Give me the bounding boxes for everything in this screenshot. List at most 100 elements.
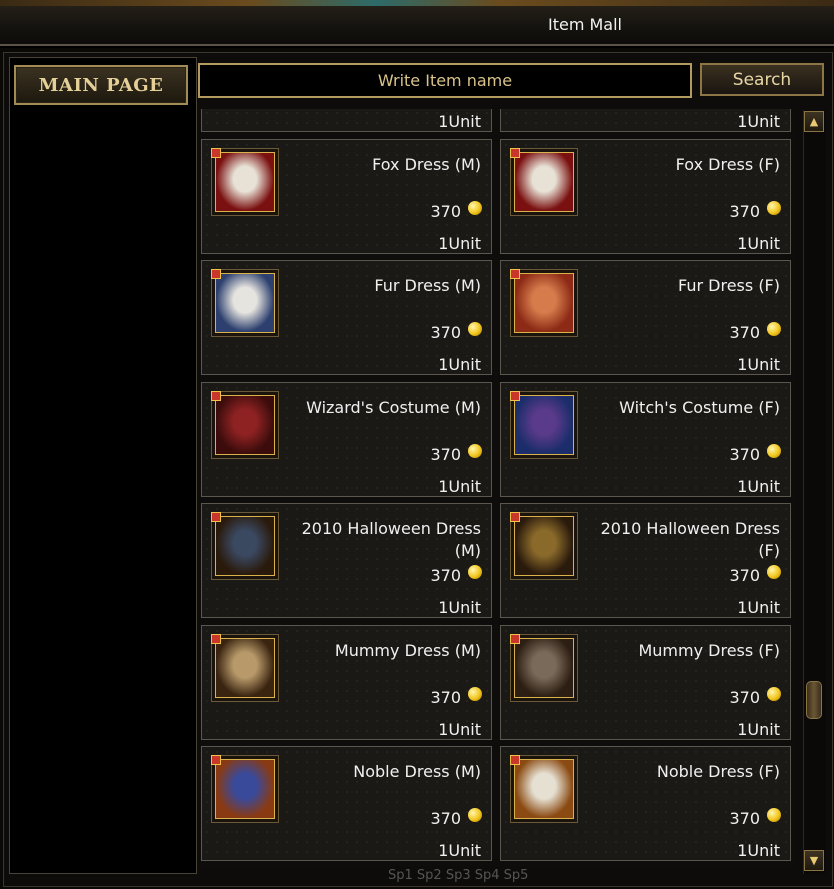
- item-card[interactable]: Fox Dress (M) 370 1Unit: [201, 138, 492, 254]
- item-image: [215, 273, 275, 333]
- item-thumbnail: [211, 755, 279, 823]
- scrollbar-thumb[interactable]: [806, 681, 822, 719]
- item-price: 370: [430, 444, 461, 464]
- footer-ghost-text: Sp1 Sp2 Sp3 Sp4 Sp5: [388, 868, 529, 883]
- item-image: [514, 151, 574, 212]
- new-badge-icon: [510, 390, 520, 401]
- item-thumbnail: [211, 147, 279, 216]
- item-name: Fox Dress (M): [372, 154, 481, 174]
- item-card[interactable]: 1Unit: [500, 109, 791, 132]
- scroll-up-arrow-icon[interactable]: ▲: [804, 111, 824, 132]
- item-thumbnail: [510, 269, 578, 337]
- sidebar: [9, 57, 197, 874]
- item-price: 370: [430, 809, 461, 828]
- item-unit: 1Unit: [737, 112, 780, 131]
- item-image: [514, 394, 574, 455]
- scrollbar-track[interactable]: [803, 110, 826, 874]
- item-price: 370: [729, 323, 760, 342]
- new-badge-icon: [510, 147, 520, 158]
- item-card[interactable]: 2010 Halloween Dress (M) 370 1Unit: [201, 503, 492, 618]
- coin-icon: [767, 200, 781, 215]
- item-price: 370: [430, 201, 461, 221]
- coin-icon: [767, 443, 781, 458]
- item-unit: 1Unit: [438, 112, 481, 131]
- item-price: 370: [729, 444, 760, 464]
- item-price: 370: [729, 687, 760, 707]
- item-name: Fur Dress (M): [374, 276, 481, 295]
- item-unit: 1Unit: [438, 841, 481, 860]
- item-card[interactable]: 1Unit: [201, 109, 492, 132]
- item-unit: 1Unit: [438, 476, 481, 496]
- item-card[interactable]: 2010 Halloween Dress (F) 370 1Unit: [500, 503, 791, 618]
- new-badge-icon: [211, 633, 221, 644]
- new-badge-icon: [510, 633, 520, 644]
- item-name: 2010 Halloween Dress (M): [301, 519, 481, 560]
- coin-icon: [468, 200, 482, 215]
- item-card[interactable]: Wizard's Costume (M) 370 1Unit: [201, 381, 492, 497]
- item-name: Witch's Costume (F): [619, 397, 780, 417]
- new-badge-icon: [211, 269, 221, 279]
- new-badge-icon: [211, 512, 221, 522]
- item-unit: 1Unit: [438, 233, 481, 253]
- new-badge-icon: [510, 755, 520, 765]
- item-name: Wizard's Costume (M): [306, 397, 481, 417]
- new-badge-icon: [211, 390, 221, 401]
- coin-icon: [767, 565, 781, 579]
- coin-icon: [468, 322, 482, 336]
- scroll-down-arrow-icon[interactable]: ▼: [804, 850, 824, 871]
- item-price: 370: [729, 566, 760, 585]
- item-grid: 1Unit 1Unit Fox Dress (M) 370 1Unit Fox Dress…: [199, 109, 795, 866]
- item-name: Mummy Dress (F): [638, 640, 780, 660]
- coin-icon: [468, 686, 482, 701]
- item-thumbnail: [510, 512, 578, 580]
- coin-icon: [468, 808, 482, 822]
- item-unit: 1Unit: [737, 355, 780, 374]
- new-badge-icon: [510, 512, 520, 522]
- item-card[interactable]: Fox Dress (F) 370 1Unit: [500, 138, 791, 254]
- item-price: 370: [430, 566, 461, 585]
- item-image: [514, 759, 574, 819]
- item-image: [514, 637, 574, 698]
- search-input[interactable]: [198, 63, 692, 98]
- item-thumbnail: [510, 390, 578, 459]
- item-unit: 1Unit: [737, 233, 780, 253]
- new-badge-icon: [211, 147, 221, 158]
- item-unit: 1Unit: [737, 476, 780, 496]
- item-thumbnail: [211, 269, 279, 337]
- new-badge-icon: [211, 755, 221, 765]
- item-unit: 1Unit: [737, 841, 780, 860]
- item-unit: 1Unit: [737, 719, 780, 739]
- item-price: 370: [729, 809, 760, 828]
- item-thumbnail: [510, 633, 578, 702]
- item-image: [514, 273, 574, 333]
- item-card[interactable]: Noble Dress (F) 370 1Unit: [500, 746, 791, 861]
- item-unit: 1Unit: [737, 598, 780, 617]
- item-thumbnail: [211, 633, 279, 702]
- search-button[interactable]: Search: [700, 63, 824, 96]
- item-image: [514, 516, 574, 576]
- item-card[interactable]: Mummy Dress (M) 370 1Unit: [201, 624, 492, 740]
- item-price: 370: [729, 201, 760, 221]
- coin-icon: [767, 686, 781, 701]
- item-card[interactable]: Mummy Dress (F) 370 1Unit: [500, 624, 791, 740]
- item-card[interactable]: Noble Dress (M) 370 1Unit: [201, 746, 492, 861]
- coin-icon: [468, 565, 482, 579]
- item-thumbnail: [510, 755, 578, 823]
- item-card[interactable]: Fur Dress (M) 370 1Unit: [201, 260, 492, 375]
- item-thumbnail: [211, 390, 279, 459]
- item-card[interactable]: Witch's Costume (F) 370 1Unit: [500, 381, 791, 497]
- item-thumbnail: [510, 147, 578, 216]
- item-name: Fur Dress (F): [678, 276, 780, 295]
- item-image: [215, 516, 275, 576]
- item-image: [215, 759, 275, 819]
- item-price: 370: [430, 687, 461, 707]
- item-unit: 1Unit: [438, 719, 481, 739]
- item-image: [215, 394, 275, 455]
- item-image: [215, 637, 275, 698]
- main-page-button[interactable]: MAIN PAGE: [14, 65, 188, 105]
- new-badge-icon: [510, 269, 520, 279]
- item-card[interactable]: Fur Dress (F) 370 1Unit: [500, 260, 791, 375]
- item-name: Noble Dress (F): [656, 762, 780, 781]
- item-unit: 1Unit: [438, 355, 481, 374]
- window-title: Item Mall: [547, 15, 622, 34]
